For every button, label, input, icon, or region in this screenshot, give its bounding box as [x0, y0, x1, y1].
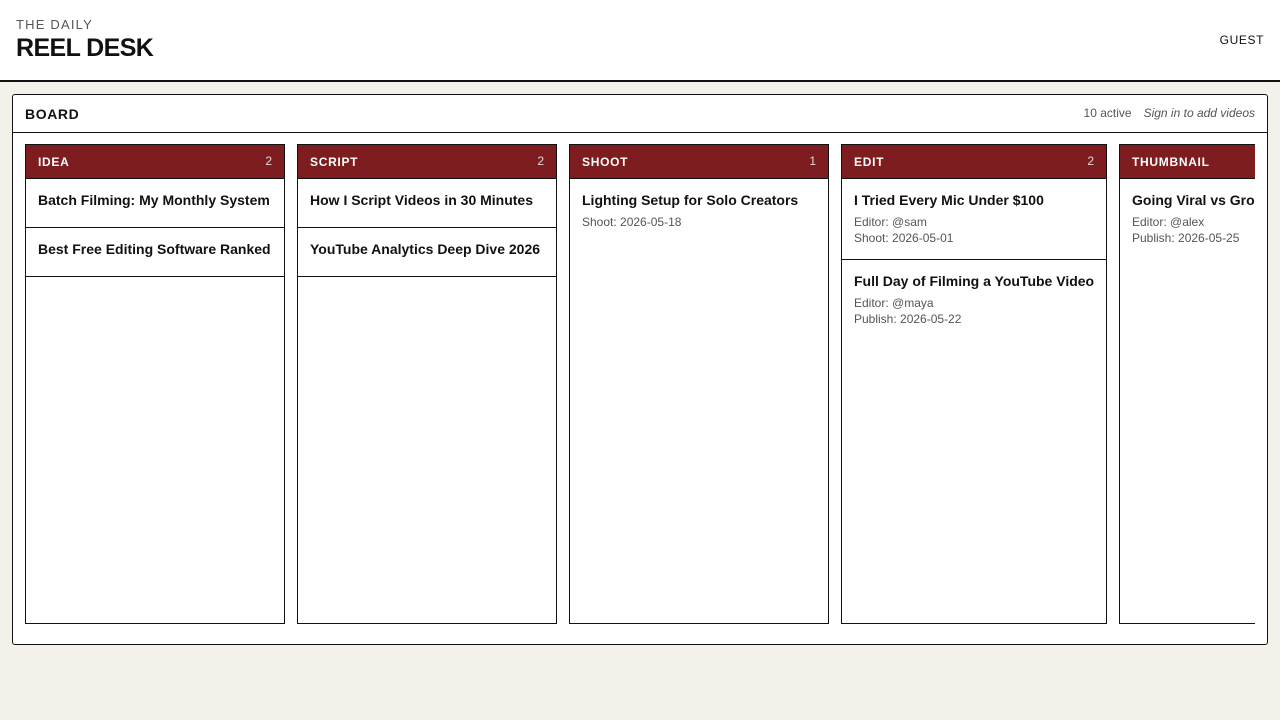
board-header: BOARD 10 active Sign in to add videos — [13, 95, 1267, 133]
card-title: Batch Filming: My Monthly System — [38, 192, 270, 208]
video-card[interactable]: Lighting Setup for Solo Creators Shoot: … — [570, 179, 828, 242]
card-title: I Tried Every Mic Under $100 — [854, 192, 1044, 208]
column-count: 2 — [537, 154, 544, 168]
column-script: SCRIPT 2 How I Script Videos in 30 Minut… — [297, 144, 557, 624]
column-idea: IDEA 2 Batch Filming: My Monthly System … — [25, 144, 285, 624]
column-name: SCRIPT — [310, 155, 359, 169]
column-header: IDEA 2 — [26, 145, 284, 179]
column-name: IDEA — [38, 155, 70, 169]
column-count: 2 — [265, 154, 272, 168]
card-editor: Editor: @maya — [854, 296, 934, 310]
card-editor: Editor: @sam — [854, 215, 927, 229]
video-card[interactable]: Best Free Editing Software Ranked — [26, 228, 284, 277]
column-edit: EDIT 2 I Tried Every Mic Under $100 Edit… — [841, 144, 1107, 624]
card-title: YouTube Analytics Deep Dive 2026 — [310, 241, 541, 257]
card-title: Lighting Setup for Solo Creators — [582, 192, 799, 208]
video-card[interactable]: YouTube Analytics Deep Dive 2026 — [298, 228, 556, 277]
video-card[interactable]: Full Day of Filming a YouTube Video Edit… — [842, 260, 1106, 341]
column-count: 1 — [809, 154, 816, 168]
columns-scroll-area[interactable]: IDEA 2 Batch Filming: My Monthly System … — [25, 144, 1255, 625]
card-title: How I Script Videos in 30 Minutes — [310, 192, 534, 208]
sign-in-link[interactable]: Sign in to add videos — [1144, 106, 1255, 120]
board-title: BOARD — [25, 106, 80, 122]
user-guest-link[interactable]: GUEST — [1220, 33, 1264, 47]
board-panel: BOARD 10 active Sign in to add videos ID… — [12, 94, 1268, 645]
column-name: THUMBNAIL — [1132, 155, 1210, 169]
video-card[interactable]: How I Script Videos in 30 Minutes — [298, 179, 556, 228]
column-thumbnail: THUMBNAIL Going Viral vs Gro Editor: @al… — [1119, 144, 1255, 624]
card-title: Going Viral vs Gro — [1132, 192, 1255, 208]
column-name: EDIT — [854, 155, 885, 169]
column-header: THUMBNAIL — [1120, 145, 1255, 179]
card-publish-date: Publish: 2026-05-25 — [1132, 231, 1240, 245]
card-publish-date: Publish: 2026-05-22 — [854, 312, 962, 326]
column-shoot: SHOOT 1 Lighting Setup for Solo Creators… — [569, 144, 829, 624]
video-card[interactable]: Batch Filming: My Monthly System — [26, 179, 284, 228]
top-bar: THE DAILY REEL DESK GUEST — [0, 0, 1280, 82]
card-shoot-date: Shoot: 2026-05-01 — [854, 231, 954, 245]
brand-kicker: THE DAILY — [16, 17, 94, 32]
brand-title[interactable]: REEL DESK — [16, 34, 154, 63]
card-shoot-date: Shoot: 2026-05-18 — [582, 215, 682, 229]
column-header: SHOOT 1 — [570, 145, 828, 179]
board-meta: 10 active Sign in to add videos — [1084, 106, 1255, 120]
video-card[interactable]: Going Viral vs Gro Editor: @alex Publish… — [1120, 179, 1255, 258]
card-title: Best Free Editing Software Ranked — [38, 241, 271, 257]
card-title: Full Day of Filming a YouTube Video — [854, 273, 1095, 289]
active-count: 10 active — [1083, 106, 1132, 120]
card-editor: Editor: @alex — [1132, 215, 1205, 229]
video-card[interactable]: I Tried Every Mic Under $100 Editor: @sa… — [842, 179, 1106, 260]
column-header: EDIT 2 — [842, 145, 1106, 179]
column-count: 2 — [1087, 154, 1094, 168]
column-name: SHOOT — [582, 155, 629, 169]
column-header: SCRIPT 2 — [298, 145, 556, 179]
